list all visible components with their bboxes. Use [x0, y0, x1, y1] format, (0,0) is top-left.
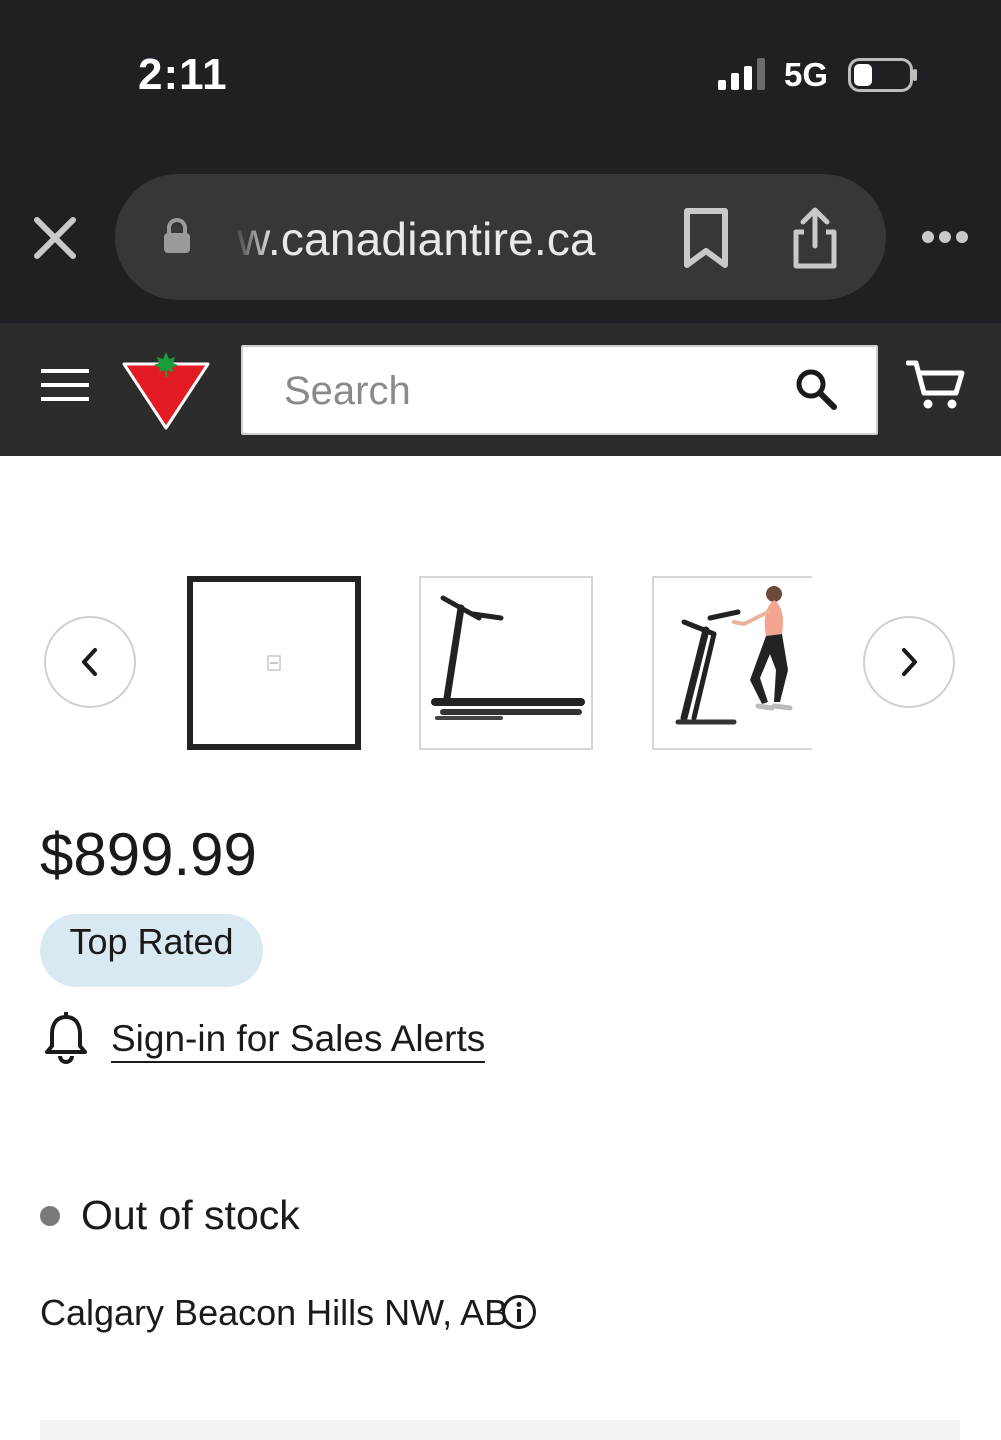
browser-chrome: 2:11 5G w.canadiantire.ca: [0, 0, 1001, 323]
share-icon[interactable]: [790, 206, 840, 270]
url-text[interactable]: w.canadiantire.ca: [237, 212, 596, 266]
search-box: [241, 345, 878, 435]
bookmark-icon[interactable]: [681, 207, 731, 269]
treadmill-person-image: [675, 586, 793, 725]
stock-status: Out of stock: [81, 1192, 300, 1238]
status-time: 2:11: [138, 50, 228, 99]
hamburger-menu-icon[interactable]: [41, 367, 89, 403]
cellular-signal-icon: [718, 58, 765, 90]
treadmill-image: [431, 595, 585, 720]
site-header: [0, 323, 1001, 456]
next-section-panel: [40, 1420, 960, 1440]
thumbnail-2[interactable]: [419, 576, 593, 750]
carousel-next-button[interactable]: [863, 616, 955, 708]
search-input[interactable]: [284, 364, 774, 418]
battery-icon: [848, 58, 917, 92]
lock-icon: [164, 218, 190, 253]
address-bar[interactable]: w.canadiantire.ca: [115, 174, 886, 300]
image-placeholder-icon: [267, 655, 281, 671]
info-icon[interactable]: [501, 1294, 537, 1330]
more-options-icon[interactable]: [920, 220, 970, 254]
carousel-prev-button[interactable]: [44, 616, 136, 708]
search-icon[interactable]: [794, 367, 838, 411]
product-price: $899.99: [40, 821, 257, 888]
canadian-tire-logo[interactable]: [120, 350, 212, 430]
chevron-left-icon: [82, 648, 97, 676]
chevron-right-icon: [902, 648, 917, 676]
sales-alerts-link[interactable]: Sign-in for Sales Alerts: [111, 1018, 486, 1063]
cart-icon[interactable]: [906, 359, 966, 411]
thumbnail-3[interactable]: [652, 576, 812, 750]
top-rated-badge: Top Rated: [40, 914, 263, 987]
network-type: 5G: [784, 56, 829, 93]
url-fade: [233, 204, 273, 270]
store-location[interactable]: Calgary Beacon Hills NW, AB: [40, 1292, 508, 1334]
thumbnail-1[interactable]: [187, 576, 361, 750]
close-icon[interactable]: [30, 213, 80, 263]
bell-icon: [45, 1012, 87, 1064]
stock-status-dot: [40, 1206, 60, 1226]
